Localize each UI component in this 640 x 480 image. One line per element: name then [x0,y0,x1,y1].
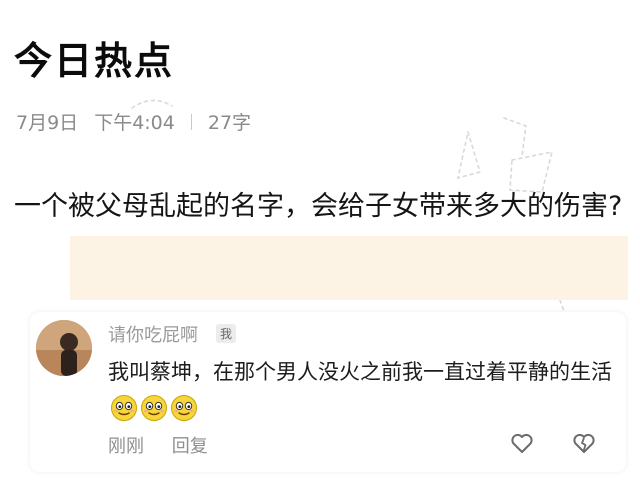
broken-heart-icon[interactable] [572,432,596,454]
question-text: 一个被父母乱起的名字，会给子女带来多大的伤害? [14,191,623,222]
comment-timestamp: 刚刚 [108,436,144,457]
article-meta: 7月9日 下午4:04 27字 [16,108,251,135]
word-count: 27字 [207,112,252,134]
page-title: 今日热点 [14,39,175,83]
emoji-group [108,395,198,421]
reply-button[interactable]: 回复 [172,436,208,457]
publish-date: 7月9日 [16,112,79,134]
meta-divider [190,113,192,130]
comment-username[interactable]: 请你吃屁啊 [108,321,198,347]
avatar-image [36,320,92,376]
author-badge: 我 [216,324,237,343]
comment-content: 我叫蔡坤，在那个男人没火之前我一直过着平静的生活 [108,354,628,428]
publish-time: 下午4:04 [94,112,175,134]
avatar[interactable] [36,320,92,376]
smiling-face-icon [171,395,197,421]
comment-text: 我叫蔡坤，在那个男人没火之前我一直过着平静的生活 [108,360,612,384]
comment-footer: 刚刚 回复 [108,432,208,458]
smiling-face-icon [111,395,137,421]
question-highlight [70,236,628,300]
heart-outline-icon[interactable] [510,432,534,454]
smiling-face-icon [141,395,167,421]
